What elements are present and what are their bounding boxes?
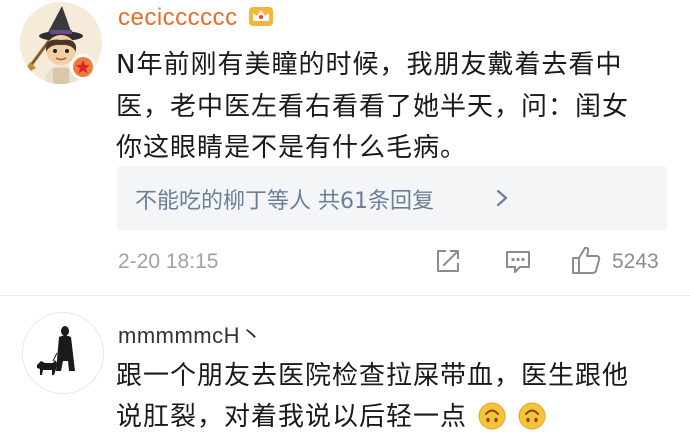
upside-down-face-emoji [518, 402, 546, 430]
comment-text-line: N年前刚有美瞳的时候，我朋友戴着去看中 [116, 50, 623, 80]
comment-text-line: 跟一个朋友去医院检查拉屎带血，医生跟他 [116, 361, 630, 391]
weibo-comment-list: cecicccccc N年前刚有美瞳的时候，我朋友戴着去看中 医，老中医左看右看… [0, 0, 690, 446]
upside-down-face-emoji [478, 402, 506, 430]
share-icon[interactable] [434, 247, 462, 275]
username[interactable]: cecicccccc [118, 4, 238, 32]
avatar[interactable] [22, 312, 104, 394]
comment-divider [0, 295, 690, 296]
red-star-badge-icon [70, 54, 96, 80]
comment-icon[interactable] [504, 247, 532, 275]
reply-summary-link[interactable]: 不能吃的柳丁等人 共61条回复 [135, 183, 434, 215]
reply-summary-box[interactable]: 不能吃的柳丁等人 共61条回复 [117, 166, 667, 230]
comment-text-line: 你这眼睛是不是有什么毛病。 [116, 133, 468, 163]
comment-timestamp: 2-20 18:15 [118, 250, 219, 273]
comment-text-line: 医，老中医左看右看看了她半天，问：闺女 [116, 92, 630, 122]
comment-text-content: 说肛裂，对着我说以后轻一点 [116, 402, 468, 432]
like-count: 5243 [612, 250, 659, 273]
username[interactable]: mmmmmcH丶 [118, 318, 263, 350]
thumbs-up-icon[interactable] [570, 244, 602, 276]
chevron-right-icon [496, 189, 508, 207]
comment-text-line: 说肛裂，对着我说以后轻一点 [116, 396, 546, 433]
crown-badge-icon [248, 4, 274, 28]
